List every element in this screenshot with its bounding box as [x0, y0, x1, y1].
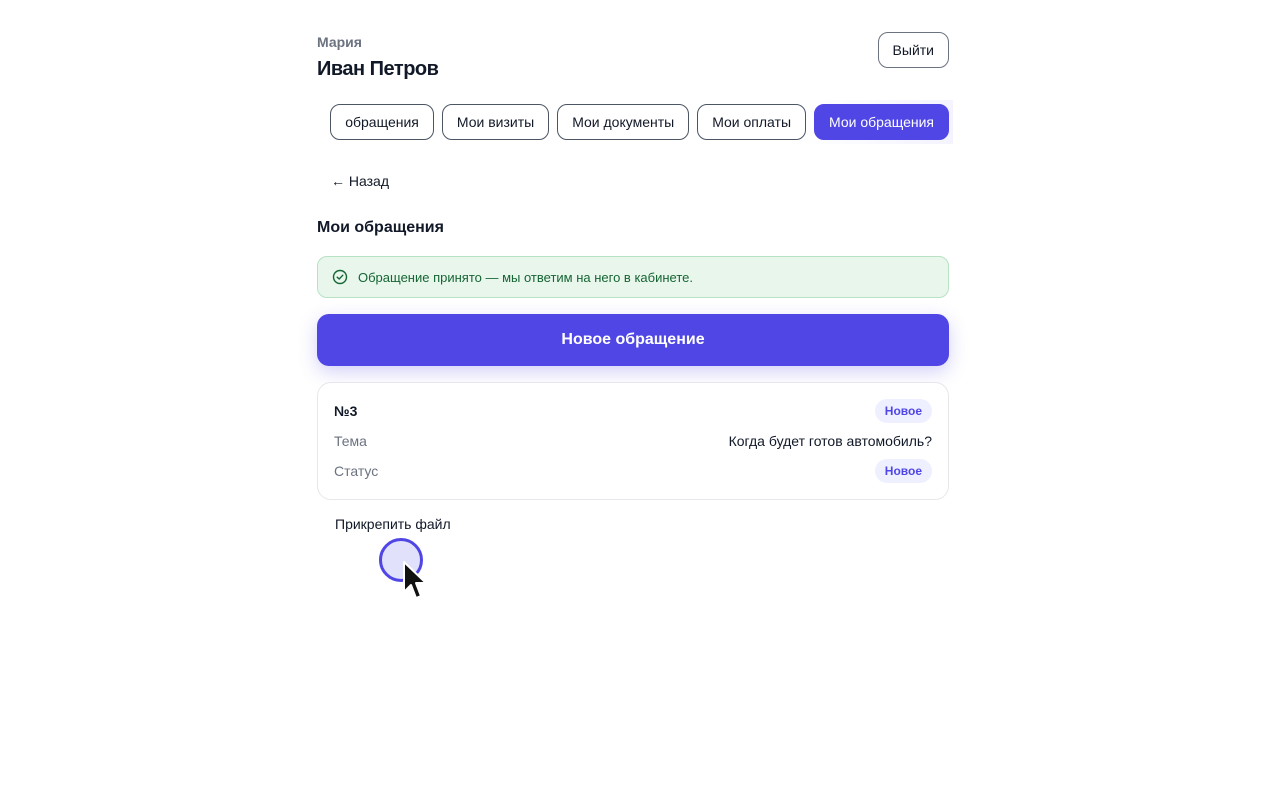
- page-title: Мои обращения: [317, 219, 444, 236]
- user-subtitle: Мария: [317, 34, 362, 50]
- tab-visits[interactable]: Мои визиты: [441, 104, 550, 140]
- topic-label: Тема: [334, 433, 367, 449]
- tab-payments[interactable]: Мои оплаты: [697, 104, 807, 140]
- app-root: Мария Иван Петров Выйти обращения Мои ви…: [0, 0, 1280, 800]
- header: Мария Иван Петров Выйти: [317, 0, 949, 100]
- main-container: Мария Иван Петров Выйти обращения Мои ви…: [313, 0, 953, 532]
- back-link[interactable]: ← Назад: [331, 173, 389, 189]
- tab-requests-active[interactable]: Мои обращения: [814, 104, 949, 140]
- status-value-badge: Новое: [874, 459, 932, 483]
- request-number: №3: [334, 403, 358, 419]
- user-name: Иван Петров: [317, 58, 439, 80]
- alert-text: Обращение принято — мы ответим на него в…: [358, 269, 693, 285]
- logout-button[interactable]: Выйти: [877, 32, 949, 68]
- topic-value: Когда будет готов автомобиль?: [728, 433, 932, 449]
- status-badge: Новое: [874, 399, 932, 423]
- request-card[interactable]: №3 Новое Тема Когда будет готов автомоби…: [317, 382, 949, 500]
- success-alert: Обращение принято — мы ответим на него в…: [317, 256, 949, 298]
- tab-documents[interactable]: Мои документы: [557, 104, 690, 140]
- status-label: Статус: [334, 463, 379, 479]
- check-circle-icon: [332, 269, 348, 285]
- new-request-button[interactable]: Новое обращение: [317, 314, 949, 366]
- mouse-pointer-icon: [403, 561, 427, 599]
- request-topic-row: Тема Когда будет готов автомобиль?: [334, 431, 932, 451]
- attach-file-link[interactable]: Прикрепить файл: [335, 516, 451, 532]
- tabs-track: обращения Мои визиты Мои документы Мои о…: [330, 104, 949, 140]
- request-card-header: №3 Новое: [334, 399, 932, 423]
- tab-requests-partial[interactable]: обращения: [330, 104, 434, 140]
- request-status-row: Статус Новое: [334, 459, 932, 483]
- tabs-bar[interactable]: обращения Мои визиты Мои документы Мои о…: [313, 100, 953, 144]
